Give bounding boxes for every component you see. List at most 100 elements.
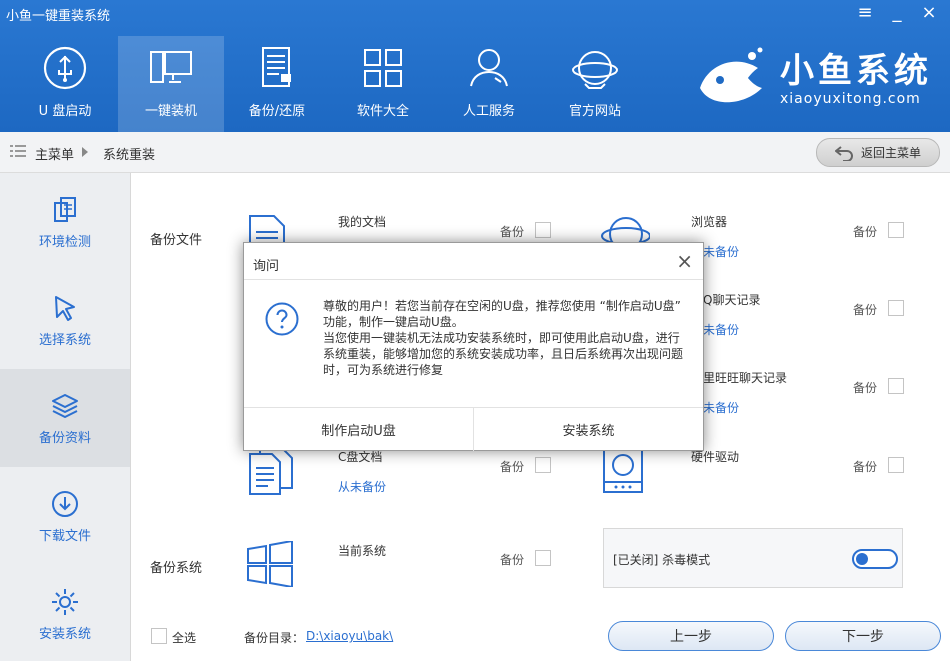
nav-website[interactable]: 官方网站: [542, 36, 648, 132]
brand-logo: 小鱼系统 xiaoyuxitong.com: [694, 44, 932, 114]
backup-dir-label: 备份目录：: [244, 631, 305, 645]
sidebar-item-label: 选择系统: [38, 332, 91, 348]
prev-step-button[interactable]: 上一步: [608, 621, 774, 651]
monitor-icon: [150, 51, 192, 83]
globe-icon: [572, 51, 618, 89]
sidebar-item-label: 备份资料: [38, 430, 91, 446]
sidebar: 环境检测 选择系统 备份资料 下载文件 安装系统: [0, 173, 131, 661]
c-docs-checkbox[interactable]: [535, 457, 551, 473]
backup-icon: [262, 47, 291, 87]
toggle-knob: [856, 553, 868, 565]
window-controls: ≡ _ ×: [856, 2, 938, 23]
cursor-icon: [55, 295, 75, 321]
list-icon: [10, 145, 26, 157]
item-current-system-title: 当前系统: [338, 544, 387, 558]
backup-label: 备份: [853, 303, 878, 317]
aliww-checkbox[interactable]: [888, 378, 904, 394]
make-usb-button[interactable]: 制作启动U盘: [244, 408, 473, 451]
dialog-message-line2: 当您使用一键装机无法成功安装系统时，即可使用此启动U盘，进行系统重装，能够增加您…: [323, 331, 684, 377]
antivirus-label: [已关闭] 杀毒模式: [613, 553, 711, 567]
nav-label: 人工服务: [462, 104, 515, 119]
nav-label: 备份/还原: [248, 104, 306, 119]
hard-drive-icon: [603, 447, 643, 493]
dialog-message: 尊敬的用户！若您当前存在空闲的U盘，推荐您使用 “制作启动U盘” 功能，制作一键…: [323, 298, 683, 378]
backup-system-label: 备份系统: [150, 561, 203, 576]
nav-one-click-install[interactable]: 一键装机: [118, 36, 224, 132]
nav-backup-restore[interactable]: 备份/还原: [224, 36, 330, 132]
breadcrumb: 主菜单 系统重装 返回主菜单: [0, 132, 950, 173]
backup-files-label: 备份文件: [150, 233, 203, 248]
layers-icon: [52, 393, 78, 418]
backup-label: 备份: [500, 225, 525, 239]
qq-checkbox[interactable]: [888, 300, 904, 316]
item-aliww-status: 未备份: [703, 401, 740, 415]
nav-service[interactable]: 人工服务: [436, 36, 542, 132]
item-aliww-title: 里旺旺聊天记录: [703, 371, 788, 385]
person-icon: [470, 49, 508, 87]
sidebar-item-label: 环境检测: [38, 234, 91, 250]
select-all-checkbox[interactable]: [151, 628, 167, 644]
my-docs-checkbox[interactable]: [535, 222, 551, 238]
nav-usb-boot[interactable]: U 盘启动: [12, 36, 118, 132]
drivers-checkbox[interactable]: [888, 457, 904, 473]
backup-label: 备份: [853, 460, 878, 474]
top-nav: U 盘启动 一键装机 备份/还原 软件大全 人工服务 官方网站: [12, 36, 648, 132]
dialog-title: 询问: [253, 259, 280, 274]
backup-label: 备份: [853, 381, 878, 395]
close-icon[interactable]: ×: [920, 2, 938, 23]
brand-name: 小鱼系统: [780, 51, 932, 91]
install-system-button[interactable]: 安装系统: [473, 408, 703, 451]
item-browser-status: 未备份: [703, 245, 740, 259]
prev-step-label: 上一步: [670, 629, 712, 645]
backup-label: 备份: [500, 460, 525, 474]
browser-checkbox[interactable]: [888, 222, 904, 238]
ask-dialog: 询问 × 尊敬的用户！若您当前存在空闲的U盘，推荐您使用 “制作启动U盘” 功能…: [243, 242, 704, 451]
minimize-icon[interactable]: _: [888, 2, 906, 23]
dialog-close-icon[interactable]: ×: [676, 249, 693, 273]
sidebar-item-download[interactable]: 下载文件: [0, 467, 130, 565]
item-qq-title: Q聊天记录: [703, 293, 761, 307]
dialog-message-line1: 尊敬的用户！若您当前存在空闲的U盘，推荐您使用 “制作启动U盘” 功能，制作一键…: [323, 299, 681, 329]
backup-dir-link[interactable]: D:\xiaoyu\bak\: [306, 629, 393, 643]
breadcrumb-main[interactable]: 主菜单: [35, 144, 74, 163]
nav-label: 一键装机: [144, 104, 197, 119]
header-bar: 小鱼一键重装系统 ≡ _ × U 盘启动 一键装机 备份/还原 软件大全 人工服…: [0, 0, 950, 132]
nav-label: 官方网站: [568, 104, 621, 119]
sidebar-item-env-check[interactable]: 环境检测: [0, 173, 130, 271]
document-stack-icon: [249, 447, 293, 495]
back-label: 返回主菜单: [860, 146, 921, 160]
sidebar-item-label: 安装系统: [38, 626, 91, 642]
breadcrumb-arrow-icon: [82, 147, 88, 157]
item-qq-status: 未备份: [703, 323, 740, 337]
item-browser-title: 浏览器: [691, 215, 728, 229]
sidebar-item-install[interactable]: 安装系统: [0, 565, 130, 663]
menu-icon[interactable]: ≡: [856, 2, 874, 23]
back-to-main-button[interactable]: 返回主菜单: [816, 138, 940, 167]
dialog-footer: 制作启动U盘 安装系统: [244, 407, 703, 451]
sidebar-item-backup-data[interactable]: 备份资料: [0, 369, 130, 467]
question-icon: [265, 302, 299, 336]
gear-icon: [52, 588, 78, 615]
backup-label: 备份: [853, 225, 878, 239]
antivirus-toggle[interactable]: [852, 549, 898, 569]
environment-check-icon: [54, 196, 76, 222]
fish-logo-icon: [700, 47, 763, 103]
next-step-label: 下一步: [842, 629, 884, 645]
usb-icon: [43, 46, 87, 90]
sidebar-item-select-system[interactable]: 选择系统: [0, 271, 130, 369]
item-my-docs-title: 我的文档: [338, 215, 387, 229]
next-step-button[interactable]: 下一步: [785, 621, 941, 651]
backup-label: 备份: [500, 553, 525, 567]
nav-label: 软件大全: [356, 104, 409, 119]
grid-icon: [364, 49, 402, 87]
item-c-docs-status: 从未备份: [338, 480, 387, 494]
windows-icon: [247, 541, 293, 587]
return-icon: [834, 145, 853, 161]
brand-url: xiaoyuxitong.com: [780, 91, 921, 107]
download-icon: [52, 490, 78, 517]
sidebar-item-label: 下载文件: [38, 528, 91, 544]
nav-label: U 盘启动: [38, 104, 92, 119]
current-system-checkbox[interactable]: [535, 550, 551, 566]
nav-software[interactable]: 软件大全: [330, 36, 436, 132]
dialog-divider: [244, 279, 703, 280]
